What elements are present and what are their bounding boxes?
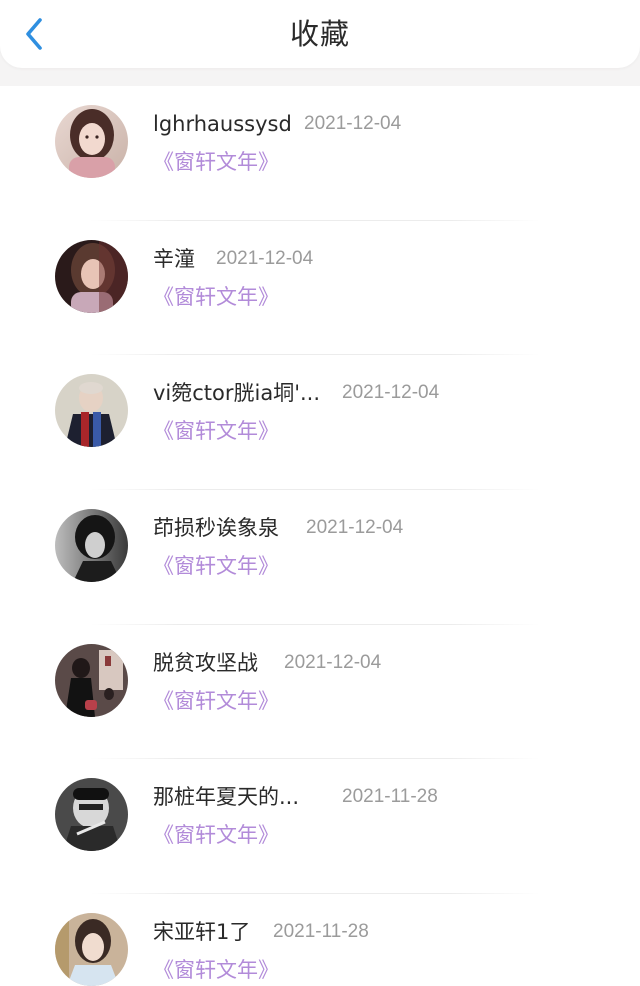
avatar[interactable]	[55, 509, 128, 583]
list-item[interactable]: 脱贫攻坚战 2021-12-04 《窗轩文年》	[0, 625, 640, 760]
user-name: 辛潼	[153, 246, 195, 271]
book-title-link[interactable]: 《窗轩文年》	[153, 417, 279, 445]
avatar[interactable]	[55, 239, 128, 313]
user-name: 宋亚轩1了	[153, 920, 251, 945]
top-bar: 收藏	[0, 0, 640, 68]
avatar[interactable]	[55, 374, 128, 448]
list-item[interactable]: lghrhaussysd 2021-12-04 《窗轩文年》	[0, 86, 640, 221]
favorite-date: 2021-12-04	[306, 517, 404, 539]
book-title-link[interactable]: 《窗轩文年》	[153, 552, 279, 580]
list-item[interactable]: 茚损秒诶象泉 2021-12-04 《窗轩文年》	[0, 490, 640, 625]
book-title-link[interactable]: 《窗轩文年》	[153, 956, 279, 984]
list-item[interactable]: 宋亚轩1了 2021-11-28 《窗轩文年》	[0, 894, 640, 986]
favorite-date: 2021-12-04	[304, 113, 402, 134]
book-title-link[interactable]: 《窗轩文年》	[153, 283, 279, 311]
favorites-list: lghrhaussysd 2021-12-04 《窗轩文年》 辛潼 2021-1…	[0, 86, 640, 986]
favorite-date: 2021-11-28	[273, 921, 369, 943]
list-item[interactable]: 辛潼 2021-12-04 《窗轩文年》	[0, 221, 640, 356]
book-title-link[interactable]: 《窗轩文年》	[153, 821, 279, 849]
favorite-date: 2021-12-04	[342, 382, 440, 404]
user-name: 茚损秒诶象泉	[153, 516, 279, 541]
page-title: 收藏	[289, 17, 350, 51]
user-name: 那桩年夏天的...	[153, 785, 300, 810]
avatar[interactable]	[55, 105, 128, 178]
user-name: vi箢ctor胱ia垌'...	[153, 381, 321, 406]
list-item[interactable]: 那桩年夏天的... 2021-11-28 《窗轩文年》	[0, 759, 640, 895]
book-title-link[interactable]: 《窗轩文年》	[153, 687, 279, 715]
book-title-link[interactable]: 《窗轩文年》	[153, 148, 279, 176]
avatar[interactable]	[55, 643, 128, 717]
favorite-date: 2021-12-04	[284, 651, 382, 673]
list-item[interactable]: vi箢ctor胱ia垌'... 2021-12-04 《窗轩文年》	[0, 355, 640, 491]
favorites-page: 收藏 lghrhaussysd 2021-12-04 《窗轩文年》 辛潼 202…	[0, 0, 640, 986]
avatar[interactable]	[55, 778, 128, 852]
favorite-date: 2021-11-28	[342, 786, 438, 808]
user-name: 脱贫攻坚战	[153, 650, 258, 675]
user-name: lghrhaussysd	[153, 112, 292, 136]
avatar[interactable]	[55, 913, 128, 986]
favorite-date: 2021-12-04	[216, 247, 314, 269]
